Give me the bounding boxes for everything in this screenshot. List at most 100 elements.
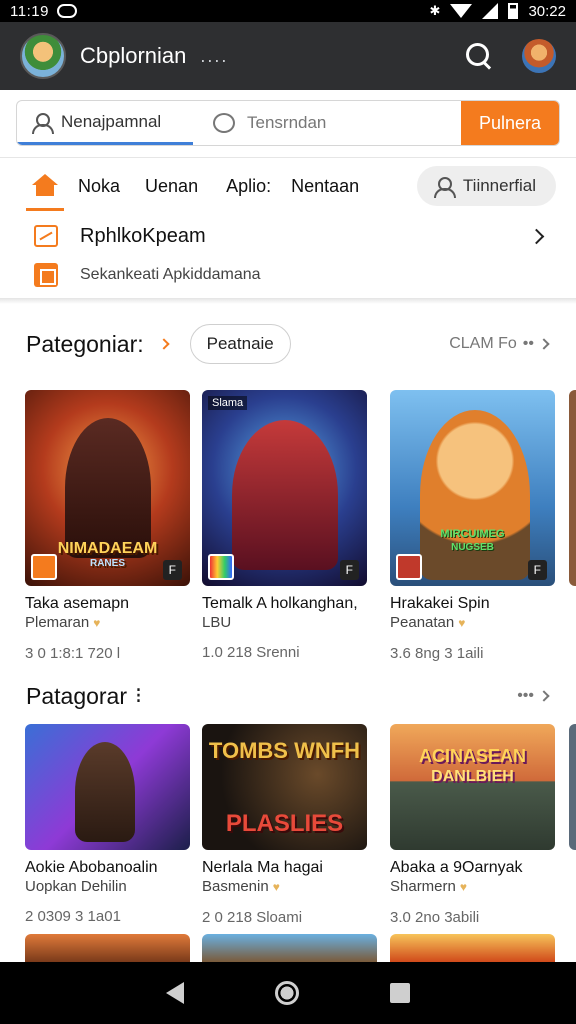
thumbnail-art-title: ACINASEAN [418,746,526,766]
user-icon [433,176,456,198]
tab-nentaan[interactable]: Nentaan [291,176,359,197]
heart-icon: ♥ [459,880,467,894]
promo-subrow[interactable]: Sekankeati Apkiddamana [0,258,576,292]
game-thumbnail[interactable]: NIMADAEAM RANES F [25,390,190,586]
card-subtitle: Basmenin ♥ [202,878,280,895]
thumbnail-tag: F [162,560,182,580]
recents-icon[interactable] [390,983,411,1003]
more-dots-icon: ••• [517,687,534,704]
card-meta: 2 0 218 Sloami [202,909,303,926]
card-subtitle: Sharmern ♥ [390,878,467,895]
heart-icon: ♥ [93,616,101,630]
card-meta: 1.0 218 Srenni [202,644,300,661]
see-more-link[interactable]: ••• [517,687,550,705]
card-meta: 3.0 2no 3abili [390,909,480,926]
app-logo-avatar[interactable] [20,33,66,79]
section-header-1: Pategoniar: Peatnaie CLAM Fo •• [0,322,576,366]
account-pill-button[interactable]: Tiinnerfial [416,166,556,206]
card-title: Hrakakei Spin [390,595,490,612]
card-title: Nerlala Ma hagai [202,859,323,876]
heart-icon: ♥ [272,880,280,894]
chat-icon [213,113,235,133]
promo-row[interactable]: RphlkoKpeam [0,214,576,258]
app-bar: Cbplornian .... [0,22,576,90]
character-art [75,742,135,842]
card-subtitle: LBU [202,614,232,631]
wifi-icon [450,4,473,18]
card-meta: 2 0309 3 1a01 [25,908,121,925]
section-title-2: Patagorar [26,682,128,709]
card-meta: 3 0 1:8:1 720 l [25,645,121,662]
game-card[interactable]: ACINASEAN DANLBIEH Abaka a 9Oarnyak Shar… [390,724,555,926]
tab-noka[interactable]: Noka [78,176,120,197]
back-icon[interactable] [165,982,184,1004]
search-field-secondary-label: Tensrndan [247,113,327,132]
home-icon[interactable] [32,174,58,198]
chevron-right-icon[interactable] [157,338,170,350]
card-thumbnail-peek[interactable] [390,934,555,962]
chevron-right-icon[interactable] [528,228,545,244]
thumbnail-art-subtitle: NUGSEB [451,542,494,553]
search-field-secondary[interactable]: Tensrndan [193,101,461,145]
tab-aplio[interactable]: Aplio: [226,176,271,197]
see-more-link[interactable]: CLAM Fo •• [449,335,550,353]
card-subtitle: Uopkan Dehilin [25,878,127,895]
game-card[interactable]: Aokie Abobanoalin Uopkan Dehilin 2 0309 … [25,724,190,925]
card-thumbnail-peek[interactable] [202,934,377,962]
app-title: Cbplornian [80,43,187,68]
status-icons: ✱ 30:22 [430,3,566,20]
game-card[interactable]: MIRCUIMEG NUGSEB F Hrakakei Spin Peanata… [390,390,555,662]
game-thumbnail[interactable]: ACINASEAN DANLBIEH [390,724,555,850]
search-icon[interactable] [464,41,494,71]
active-tab-indicator [26,208,64,211]
tab-uenan[interactable]: Uenan [145,176,198,197]
game-card[interactable]: Slama F Temalk A holkanghan, LBU 1.0 218… [202,390,367,661]
thumbnail-art-subtitle: PLASLIES [225,810,344,837]
search-submit-button[interactable]: Pulnera [461,101,559,145]
app-badge-icon [31,554,57,580]
thumbnail-art-title: TOMBS WNFH [208,738,361,763]
profile-avatar[interactable] [522,39,556,73]
search-field-primary-label: Nenajpamnal [61,111,162,131]
status-bar: 11:19 ✱ 30:22 [0,0,576,22]
notification-icon [56,4,77,18]
game-thumbnail[interactable]: MIRCUIMEG NUGSEB F [390,390,555,586]
category-tabs: Noka Uenan Aplio: Nentaan Tiinnerfial [0,160,576,212]
account-pill-label: Tiinnerfial [462,176,536,195]
next-card-peek[interactable] [569,390,576,586]
search-field-primary[interactable]: Nenajpamnal [17,101,193,145]
heart-icon: ♥ [458,616,466,630]
system-nav-bar [0,962,576,1024]
game-thumbnail[interactable]: Slama F [202,390,367,586]
card-title: Abaka a 9Oarnyak [390,859,523,876]
card-title: Aokie Abobanoalin [25,859,158,876]
dots-icon: •• [522,335,534,352]
apps-icon [34,263,58,287]
chevron-right-icon [538,338,550,350]
thumbnail-art-title: MIRCUIMEG [440,528,505,540]
card-title: Taka asemapn [25,595,130,612]
filter-chip[interactable]: Peatnaie [189,324,291,364]
section-title-dots: ⁝ [135,683,143,708]
promo-title: RphlkoKpeam [80,224,206,247]
chevron-right-icon [538,690,550,702]
app-badge-icon [208,554,234,580]
app-title-dots: .... [200,45,229,66]
character-art [420,410,530,580]
card-subtitle: Peanatan ♥ [390,614,466,631]
game-card[interactable]: NIMADAEAM RANES F Taka asemapn Plemaran ♥… [25,390,190,662]
thumbnail-corner-label: Slama [208,396,248,410]
next-card-peek[interactable] [569,724,576,850]
game-thumbnail[interactable]: TOMBS WNFH PLASLIES [202,724,367,850]
section-divider [0,298,576,304]
game-thumbnail[interactable] [25,724,190,850]
see-more-label: CLAM Fo [449,335,517,352]
card-thumbnail-peek[interactable] [25,934,190,962]
game-card[interactable]: TOMBS WNFH PLASLIES Nerlala Ma hagai Bas… [202,724,367,926]
status-time: 11:19 [10,2,49,20]
promo-subtitle: Sekankeati Apkiddamana [80,266,261,283]
card-subtitle: Plemaran ♥ [25,614,101,631]
home-circle-icon[interactable] [274,981,299,1005]
search-row: Nenajpamnal Tensrndan Pulnera [0,90,576,158]
thumbnail-tag: F [527,560,547,580]
